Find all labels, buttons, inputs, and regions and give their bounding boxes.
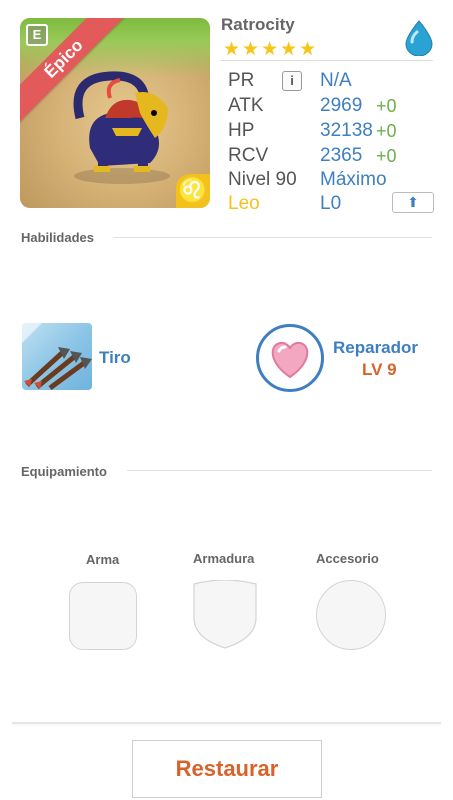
stat-pr-value: N/A	[320, 70, 352, 91]
stat-level-label: Nivel 90	[228, 169, 297, 190]
upgrade-arrow-button[interactable]: ⬆	[392, 192, 434, 213]
armor-slot-label: Armadura	[193, 551, 255, 566]
stat-sign-value: L0	[320, 193, 342, 214]
accessory-slot-label: Accesorio	[316, 551, 379, 566]
stat-hp-value: 32138	[320, 120, 373, 141]
stat-level-value: Máximo	[320, 169, 387, 190]
heart-leader-skill-icon[interactable]	[256, 324, 324, 392]
abilities-section-title: Habilidades	[21, 230, 94, 245]
stat-atk-delta: +0	[376, 96, 397, 116]
arrows-skill-icon[interactable]	[22, 323, 92, 390]
stat-atk-value: 2969	[320, 95, 363, 116]
accessory-slot[interactable]	[316, 580, 386, 650]
stat-sign-label: Leo	[228, 193, 260, 214]
active-skill-name: Tiro	[99, 348, 131, 367]
weapon-slot-label: Arma	[86, 552, 120, 567]
zodiac-leo-icon: ♌	[176, 174, 210, 208]
water-element-icon	[405, 20, 433, 56]
star-rating: ★★★★★	[223, 39, 319, 60]
armor-slot[interactable]	[192, 580, 258, 650]
stat-rcv-label: RCV	[228, 145, 269, 166]
stat-hp-label: HP	[228, 120, 255, 141]
abilities-divider	[113, 237, 432, 238]
stat-rcv-delta: +0	[376, 146, 397, 166]
equipment-section-title: Equipamiento	[21, 464, 107, 479]
stat-hp-delta: +0	[376, 121, 397, 141]
stat-pr-label: PR	[228, 70, 255, 91]
weapon-slot[interactable]	[69, 582, 137, 650]
info-icon[interactable]: i	[282, 71, 302, 91]
monster-art	[73, 71, 170, 184]
restore-button[interactable]: Restaurar	[132, 740, 322, 798]
element-icon: E	[26, 24, 48, 46]
leader-skill-name: Reparador	[333, 338, 419, 357]
monster-name: Ratrocity	[221, 15, 295, 34]
header-divider	[221, 60, 433, 61]
leader-skill-level: LV 9	[362, 360, 397, 379]
monster-portrait[interactable]: E Épico ♌	[20, 18, 210, 208]
equipment-divider	[127, 470, 432, 471]
stat-atk-label: ATK	[228, 95, 264, 116]
stat-rcv-value: 2365	[320, 145, 363, 166]
footer-divider	[12, 722, 441, 724]
